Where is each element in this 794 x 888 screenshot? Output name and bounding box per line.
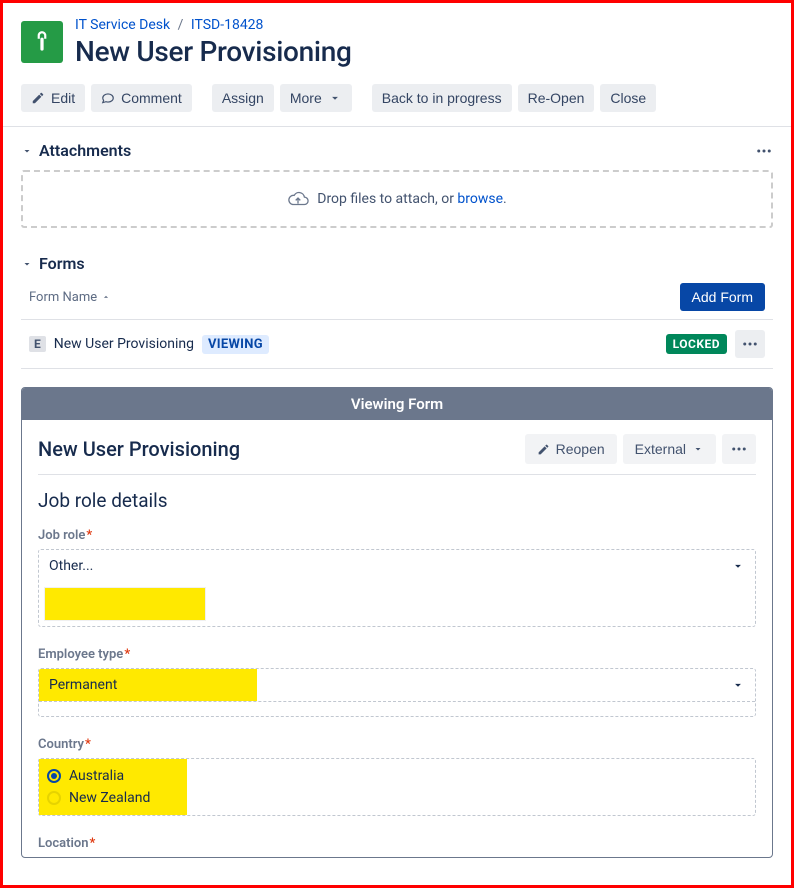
- field-country: Country* Australia New Zealand: [38, 737, 756, 816]
- more-button-label: More: [290, 90, 322, 106]
- employee-type-label: Employee type*: [38, 647, 756, 662]
- form-viewer-menu-button[interactable]: [722, 434, 756, 464]
- browse-link[interactable]: browse: [457, 191, 503, 207]
- form-reopen-button[interactable]: Reopen: [525, 434, 617, 464]
- toolbar-divider: [3, 126, 791, 127]
- location-label: Location*: [38, 836, 756, 851]
- job-role-select[interactable]: Other...: [39, 550, 755, 582]
- assign-button[interactable]: Assign: [212, 84, 274, 112]
- breadcrumb-issue-key[interactable]: ITSD-18428: [191, 17, 264, 33]
- country-option-newzealand[interactable]: New Zealand: [45, 787, 179, 809]
- chevron-down-icon: [328, 91, 342, 105]
- edit-button-label: Edit: [51, 90, 75, 106]
- radio-checked-icon: [47, 769, 61, 783]
- attachments-title: Attachments: [39, 141, 131, 160]
- forms-column-header[interactable]: Form Name: [29, 290, 111, 305]
- form-row-name: New User Provisioning: [54, 336, 194, 352]
- issue-toolbar: Edit Comment Assign More Back to in prog…: [21, 84, 773, 112]
- comment-button[interactable]: Comment: [91, 84, 192, 112]
- attachments-menu-button[interactable]: [755, 142, 773, 160]
- chevron-down-icon: [692, 443, 704, 455]
- country-option-label: Australia: [69, 768, 124, 784]
- forms-section: Forms Form Name Add Form E New User Prov…: [21, 254, 773, 858]
- chevron-down-icon: [731, 559, 745, 573]
- issue-header: IT Service Desk / ITSD-18428 New User Pr…: [21, 17, 773, 68]
- chevron-down-icon[interactable]: [21, 258, 33, 270]
- add-form-button[interactable]: Add Form: [680, 283, 765, 311]
- more-horizontal-icon: [755, 142, 773, 160]
- country-label: Country*: [38, 737, 756, 752]
- attachments-section: Attachments Drop files to attach, or bro…: [21, 141, 773, 228]
- reopen-button[interactable]: Re-Open: [518, 84, 595, 112]
- page-title: New User Provisioning: [75, 35, 352, 68]
- more-button[interactable]: More: [280, 84, 352, 112]
- form-status-badge: VIEWING: [202, 335, 269, 354]
- close-button[interactable]: Close: [600, 84, 656, 112]
- more-horizontal-icon: [730, 440, 748, 458]
- pencil-icon: [31, 91, 45, 105]
- form-viewer: Viewing Form New User Provisioning Reope…: [21, 387, 773, 858]
- country-option-label: New Zealand: [69, 790, 150, 806]
- form-row-menu-button[interactable]: [735, 330, 765, 358]
- form-external-label: External: [635, 441, 686, 457]
- breadcrumb-sep: /: [178, 17, 184, 33]
- form-locked-badge: LOCKED: [666, 334, 727, 354]
- field-employee-type: Employee type* Permanent .emp-wrap .high…: [38, 647, 756, 717]
- comment-button-label: Comment: [121, 90, 182, 106]
- form-viewer-title: New User Provisioning: [38, 437, 240, 461]
- form-reopen-label: Reopen: [556, 441, 605, 457]
- radio-unchecked-icon: [47, 791, 61, 805]
- job-role-other-highlight[interactable]: [45, 588, 205, 620]
- country-radiogroup: Australia New Zealand: [38, 758, 756, 816]
- project-avatar[interactable]: [21, 21, 63, 63]
- chevron-down-icon: [731, 678, 745, 692]
- job-role-label: Job role*: [38, 528, 756, 543]
- forms-title: Forms: [39, 254, 85, 273]
- employee-type-value: Permanent: [39, 669, 257, 701]
- form-viewer-banner: Viewing Form: [22, 388, 772, 420]
- back-to-in-progress-button[interactable]: Back to in progress: [372, 84, 512, 112]
- pencil-icon: [537, 443, 550, 456]
- chevron-down-icon[interactable]: [21, 145, 33, 157]
- form-section-title: Job role details: [38, 489, 756, 512]
- sort-asc-icon: [101, 292, 111, 302]
- field-job-role: Job role* Other...: [38, 528, 756, 627]
- comment-icon: [101, 91, 115, 105]
- edit-button[interactable]: Edit: [21, 84, 85, 112]
- breadcrumb: IT Service Desk / ITSD-18428: [75, 17, 352, 33]
- dropzone-text: Drop files to attach, or browse.: [317, 191, 507, 207]
- employee-type-select[interactable]: Permanent: [38, 668, 756, 717]
- field-location: Location*: [38, 836, 756, 851]
- form-external-button[interactable]: External: [623, 434, 716, 464]
- form-row[interactable]: E New User Provisioning VIEWING LOCKED: [21, 320, 773, 369]
- wrench-icon: [29, 29, 55, 55]
- country-option-australia[interactable]: Australia: [45, 765, 179, 787]
- breadcrumb-project[interactable]: IT Service Desk: [75, 17, 170, 33]
- form-type-badge: E: [29, 336, 46, 352]
- attachments-dropzone[interactable]: Drop files to attach, or browse.: [21, 170, 773, 228]
- job-role-other-area: [39, 582, 755, 626]
- job-role-value: Other...: [49, 558, 93, 574]
- cloud-upload-icon: [287, 188, 309, 210]
- more-horizontal-icon: [741, 335, 759, 353]
